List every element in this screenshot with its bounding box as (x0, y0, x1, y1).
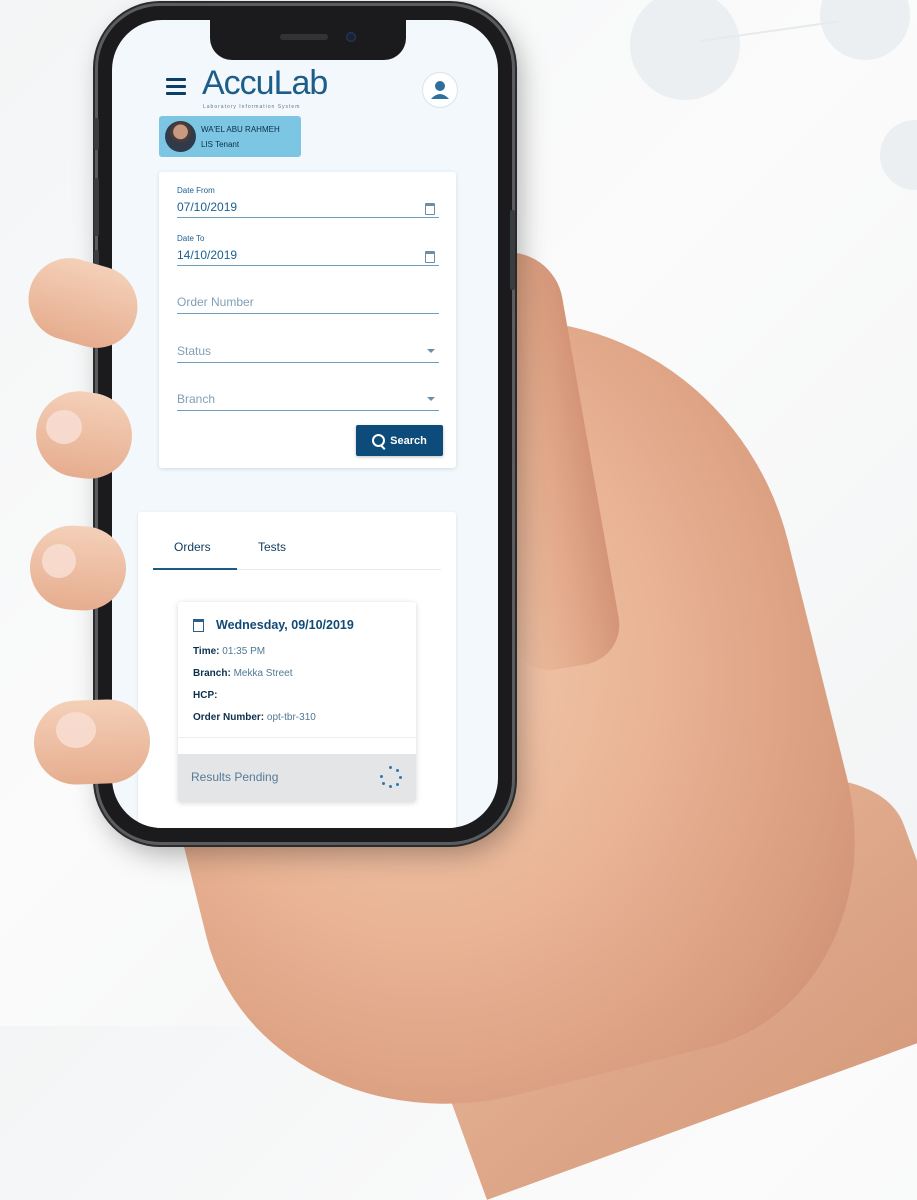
divider (178, 737, 416, 738)
order-time-label: Time: (193, 646, 220, 657)
phone-screen: AccuLab Laboratory Information System WA… (112, 20, 498, 828)
order-card[interactable]: Wednesday, 09/10/2019 Time: 01:35 PM Bra… (178, 602, 416, 802)
order-branch-label: Branch: (193, 668, 231, 679)
order-branch-value: Mekka Street (233, 668, 293, 679)
finger-nail (42, 544, 76, 578)
calendar-icon (193, 619, 204, 632)
phone-power-button (510, 210, 515, 290)
order-status: Results Pending (191, 770, 279, 784)
avatar (165, 121, 196, 152)
user-role: LIS Tenant (201, 140, 240, 149)
order-number: Order Number: opt-tbr-310 (193, 712, 316, 723)
order-date: Wednesday, 09/10/2019 (216, 618, 354, 632)
search-button[interactable]: Search (356, 425, 443, 456)
filter-card: Date From 07/10/2019 Date To 14/10/2019 … (159, 172, 456, 468)
hand-finger (32, 698, 152, 786)
order-hcp-label: HCP: (193, 690, 218, 701)
phone-side-button (94, 178, 99, 236)
phone-camera (346, 32, 356, 42)
bg-circle (880, 120, 917, 190)
finger-nail (46, 410, 82, 444)
app-logo: AccuLab (202, 64, 328, 102)
order-number-label: Order Number: (193, 712, 265, 723)
field-underline (177, 313, 439, 314)
order-number-input[interactable]: Order Number (177, 295, 254, 309)
field-underline (177, 362, 439, 363)
search-icon (372, 434, 386, 447)
date-from-field[interactable]: 07/10/2019 (177, 200, 237, 214)
date-from-label: Date From (177, 186, 215, 195)
chevron-down-icon[interactable] (427, 397, 435, 401)
search-button-label: Search (390, 434, 427, 447)
phone-side-button (94, 118, 99, 150)
phone-notch (210, 20, 406, 60)
calendar-icon[interactable] (425, 203, 435, 215)
profile-icon[interactable] (422, 72, 458, 108)
results-card: Orders Tests Wednesday, 09/10/2019 Time:… (138, 512, 456, 828)
calendar-icon[interactable] (425, 251, 435, 263)
user-name: WA'EL ABU RAHMEH (201, 125, 280, 134)
field-underline (177, 410, 439, 411)
order-time: Time: 01:35 PM (193, 646, 265, 657)
order-time-value: 01:35 PM (222, 646, 266, 657)
order-status-bar: Results Pending (178, 754, 416, 802)
finger-nail (56, 712, 96, 748)
date-to-label: Date To (177, 234, 205, 243)
branch-select[interactable]: Branch (177, 392, 215, 406)
order-hcp: HCP: (193, 690, 217, 701)
date-to-field[interactable]: 14/10/2019 (177, 248, 237, 262)
status-select[interactable]: Status (177, 344, 211, 358)
tab-tests[interactable]: Tests (258, 540, 286, 554)
chevron-down-icon[interactable] (427, 349, 435, 353)
app-logo-subtitle: Laboratory Information System (203, 104, 301, 110)
bg-circle (630, 0, 740, 100)
tab-orders[interactable]: Orders (174, 540, 211, 554)
field-underline (177, 217, 439, 218)
bg-circle (820, 0, 910, 60)
user-chip[interactable]: WA'EL ABU RAHMEH LIS Tenant (159, 116, 301, 157)
loading-spinner-icon (380, 766, 402, 788)
order-branch: Branch: Mekka Street (193, 668, 293, 679)
active-tab-indicator (153, 568, 237, 570)
field-underline (177, 265, 439, 266)
menu-icon[interactable] (166, 78, 186, 95)
phone-speaker (280, 34, 328, 40)
order-number-value: opt-tbr-310 (266, 712, 316, 723)
